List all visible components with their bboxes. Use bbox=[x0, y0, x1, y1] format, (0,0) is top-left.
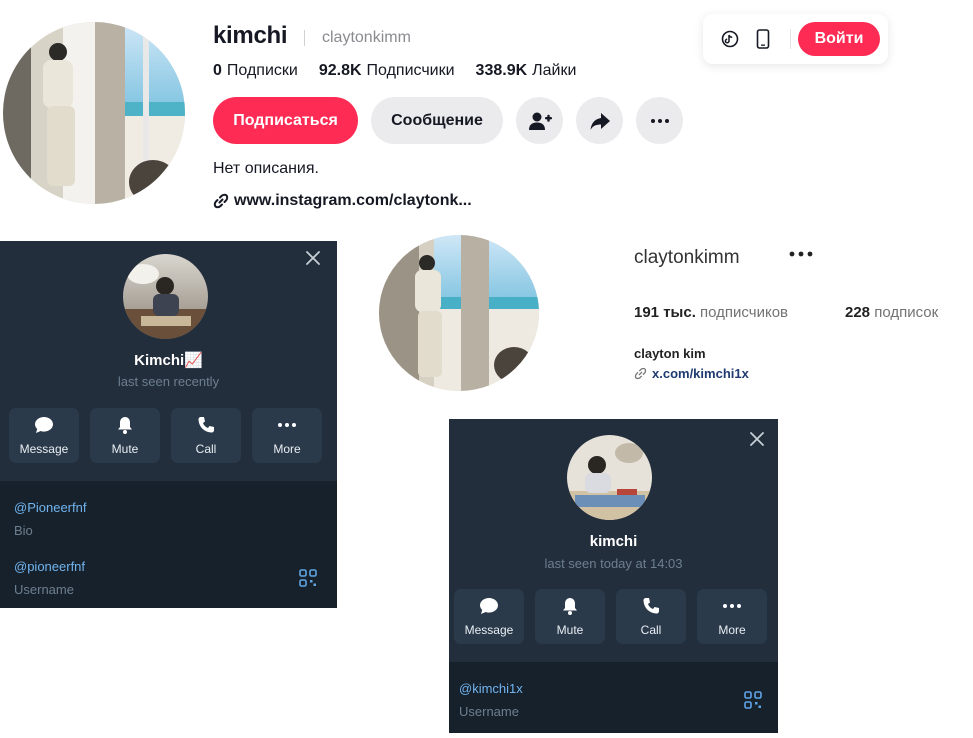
message-icon bbox=[480, 598, 498, 614]
followers-stat[interactable]: 92.8K Подписчики bbox=[319, 62, 455, 80]
username-label: Username bbox=[14, 582, 74, 597]
action-label: More bbox=[273, 442, 301, 456]
action-label: Call bbox=[195, 442, 217, 456]
instagram-username: claytonkimm bbox=[634, 247, 740, 268]
instagram-full-name: clayton kim bbox=[634, 346, 706, 361]
tiktok-stats: 0 Подписки 92.8K Подписчики 338.9K Лайки bbox=[213, 62, 597, 80]
close-icon[interactable] bbox=[304, 249, 322, 267]
divider bbox=[304, 30, 305, 46]
following-stat[interactable]: 228 подписок bbox=[845, 304, 938, 321]
stat-value: 338.9K bbox=[475, 62, 528, 79]
tiktok-bio-link[interactable]: www.instagram.com/claytonk... bbox=[213, 192, 472, 210]
username-label: Username bbox=[459, 704, 519, 719]
action-label: More bbox=[718, 623, 746, 637]
more-options-button[interactable] bbox=[636, 97, 683, 144]
phone-icon bbox=[643, 598, 659, 614]
more-icon bbox=[650, 118, 669, 123]
bio-value[interactable]: @Pioneerfnf bbox=[14, 500, 86, 515]
more-icon[interactable] bbox=[788, 247, 814, 261]
action-label: Call bbox=[640, 623, 662, 637]
telegram-last-seen: last seen recently bbox=[117, 374, 220, 389]
telegram-last-seen: last seen today at 14:03 bbox=[544, 556, 683, 571]
add-friend-icon bbox=[528, 112, 552, 130]
tiktok-avatar[interactable] bbox=[3, 22, 185, 204]
action-label: Mute bbox=[556, 623, 584, 637]
phone-icon bbox=[198, 417, 214, 433]
follow-button[interactable]: Подписаться bbox=[213, 97, 358, 144]
tiktok-top-bar: Войти bbox=[703, 14, 888, 64]
login-button[interactable]: Войти bbox=[798, 22, 880, 56]
bell-icon bbox=[118, 417, 132, 434]
share-icon bbox=[590, 112, 610, 130]
call-action[interactable]: Call bbox=[616, 589, 686, 644]
stat-value: 92.8K bbox=[318, 62, 362, 79]
username-value[interactable]: @kimchi1x bbox=[459, 681, 523, 696]
telegram-name: kimchi bbox=[589, 533, 638, 550]
telegram-actions: Message Mute Call More bbox=[9, 408, 333, 463]
telegram-avatar[interactable] bbox=[123, 254, 208, 339]
tiktok-icon[interactable] bbox=[720, 29, 740, 49]
stat-value: 191 тыс. bbox=[634, 304, 696, 321]
username-value[interactable]: @pioneerfnf bbox=[14, 559, 85, 574]
stat-label: Подписчики bbox=[366, 62, 455, 79]
message-button[interactable]: Сообщение bbox=[371, 97, 503, 144]
action-label: Message bbox=[19, 442, 69, 456]
stat-value: 0 bbox=[213, 62, 222, 79]
qr-code-icon[interactable] bbox=[744, 691, 762, 709]
action-label: Message bbox=[464, 623, 514, 637]
tiktok-display-name: kimchi bbox=[213, 22, 288, 49]
add-friend-button[interactable] bbox=[516, 97, 563, 144]
stat-label: подписчиков bbox=[700, 304, 789, 321]
more-action[interactable]: More bbox=[697, 589, 767, 644]
call-action[interactable]: Call bbox=[171, 408, 241, 463]
likes-stat: 338.9K Лайки bbox=[476, 62, 577, 80]
mute-action[interactable]: Mute bbox=[535, 589, 605, 644]
telegram-profile-panel-2: kimchi last seen today at 14:03 Message … bbox=[449, 419, 778, 733]
stat-label: подписок bbox=[874, 304, 939, 321]
message-icon bbox=[35, 417, 53, 433]
action-label: Mute bbox=[111, 442, 139, 456]
more-icon bbox=[723, 604, 741, 608]
telegram-info bbox=[449, 662, 778, 733]
mute-action[interactable]: Mute bbox=[90, 408, 160, 463]
more-icon bbox=[278, 423, 296, 427]
instagram-avatar[interactable] bbox=[379, 235, 539, 391]
followers-stat[interactable]: 191 тыс. подписчиков bbox=[634, 304, 788, 321]
bio-label: Bio bbox=[14, 523, 33, 538]
stat-label: Лайки bbox=[532, 62, 577, 79]
telegram-avatar[interactable] bbox=[567, 435, 652, 520]
stat-value: 228 bbox=[845, 304, 871, 321]
qr-code-icon[interactable] bbox=[299, 569, 317, 587]
following-stat[interactable]: 0 Подписки bbox=[213, 62, 298, 80]
divider bbox=[790, 29, 791, 49]
link-icon bbox=[634, 367, 647, 380]
stat-label: Подписки bbox=[226, 62, 298, 79]
close-icon[interactable] bbox=[748, 430, 766, 448]
message-action[interactable]: Message bbox=[9, 408, 79, 463]
instagram-bio-link[interactable]: x.com/kimchi1x bbox=[634, 366, 749, 381]
message-action[interactable]: Message bbox=[454, 589, 524, 644]
telegram-actions: Message Mute Call More bbox=[454, 589, 778, 644]
share-button[interactable] bbox=[576, 97, 623, 144]
telegram-profile-panel-1: Kimchi📈 last seen recently Message Mute … bbox=[0, 241, 337, 608]
telegram-name: Kimchi📈 bbox=[134, 352, 203, 369]
tiktok-username: claytonkimm bbox=[322, 29, 411, 46]
bell-icon bbox=[563, 598, 577, 615]
more-action[interactable]: More bbox=[252, 408, 322, 463]
link-icon bbox=[213, 193, 229, 209]
link-text: www.instagram.com/claytonk... bbox=[234, 192, 472, 209]
mobile-icon[interactable] bbox=[753, 29, 773, 49]
link-text: x.com/kimchi1x bbox=[652, 366, 749, 381]
tiktok-bio: Нет описания. bbox=[213, 160, 319, 177]
